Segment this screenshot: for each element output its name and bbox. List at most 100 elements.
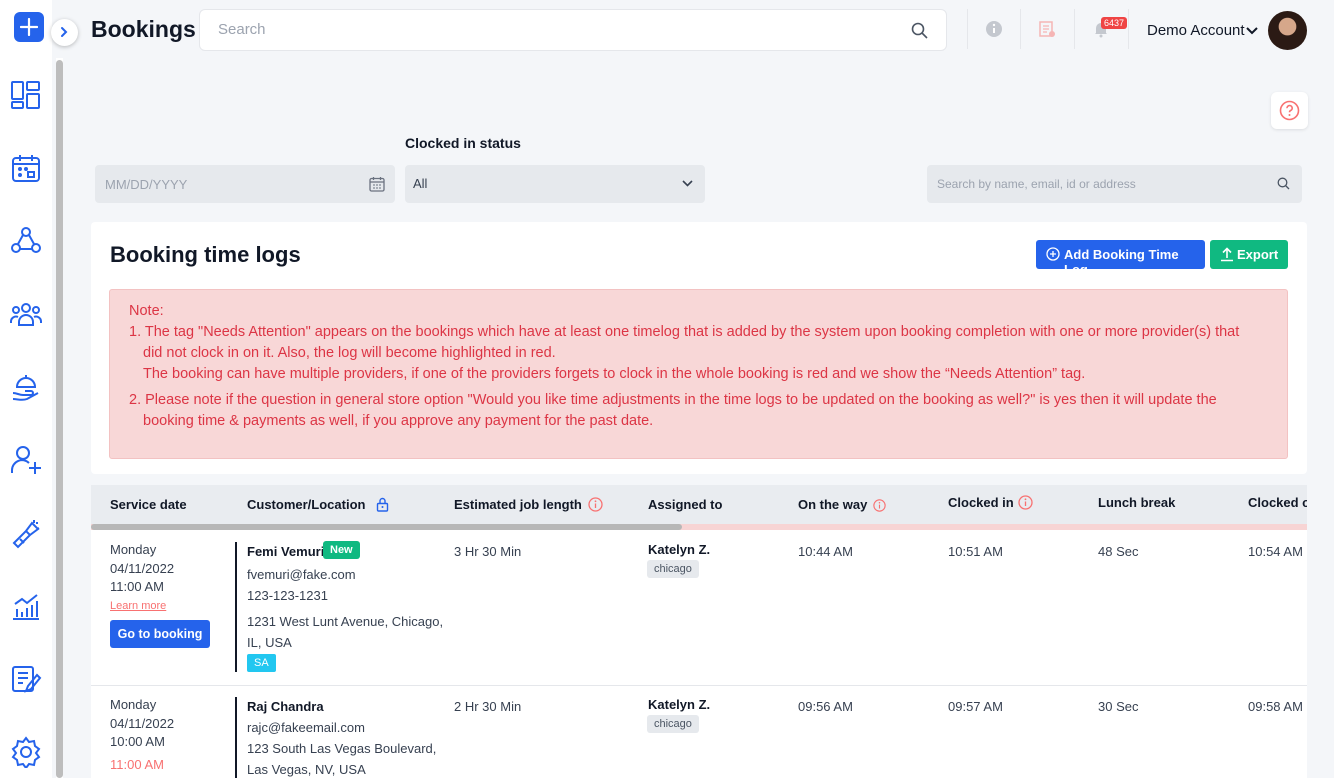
chevron-down-icon[interactable] bbox=[1246, 27, 1258, 35]
learn-more-link[interactable]: Learn more bbox=[110, 600, 166, 612]
search-icon[interactable] bbox=[911, 22, 928, 39]
customer-name[interactable]: Raj Chandra bbox=[247, 697, 324, 716]
note-line: 2. Please note if the question in genera… bbox=[129, 392, 1217, 408]
help-button[interactable] bbox=[1271, 92, 1308, 129]
new-badge: New bbox=[323, 541, 360, 559]
invoice-icon[interactable] bbox=[1038, 20, 1056, 38]
service-day: Monday bbox=[110, 697, 157, 712]
header-divider bbox=[1020, 9, 1021, 49]
clocked-out-time: 10:54 AM bbox=[1248, 544, 1303, 559]
column-header[interactable]: Lunch break bbox=[1098, 495, 1175, 510]
customer-address: 1231 West Lunt Avenue, Chicago, bbox=[247, 614, 444, 629]
customer-name[interactable]: Femi Vemuri bbox=[247, 542, 324, 561]
calendar-icon[interactable] bbox=[369, 176, 385, 192]
column-header-label: Estimated job length bbox=[454, 497, 582, 512]
clocked-in-time: 10:51 AM bbox=[948, 544, 1003, 559]
location-tag: chicago bbox=[647, 715, 699, 733]
job-length: 3 Hr 30 Min bbox=[454, 544, 522, 559]
row-indicator bbox=[235, 697, 237, 778]
on-the-way-time: 09:56 AM bbox=[798, 699, 853, 714]
avatar[interactable] bbox=[1268, 11, 1307, 50]
job-length: 2 Hr 30 Min bbox=[454, 699, 522, 714]
column-header-clocked-in[interactable]: Clocked in bbox=[948, 495, 1033, 510]
add-label: Add Booking Time Log bbox=[1064, 247, 1179, 277]
column-header[interactable]: Assigned to bbox=[648, 497, 722, 512]
customer-email: rajc@fakeemail.com bbox=[247, 720, 365, 735]
notification-badge: 6437 bbox=[1101, 17, 1128, 29]
adjusted-time: 11:00 AM bbox=[110, 757, 164, 772]
export-button[interactable]: Export bbox=[1210, 240, 1288, 269]
customer-email: fvemuri@fake.com bbox=[247, 567, 356, 582]
reports-icon[interactable] bbox=[10, 590, 42, 622]
chevron-right-icon bbox=[61, 27, 68, 37]
column-header-customer[interactable]: Customer/Location bbox=[247, 497, 389, 512]
go-to-booking-button[interactable]: Go to booking bbox=[110, 620, 210, 648]
table-header: Service date Customer/Location Estimated… bbox=[91, 485, 1307, 527]
note-title: Note: bbox=[129, 303, 164, 319]
page-title: Bookings bbox=[91, 16, 196, 42]
sidebar-scrollbar[interactable] bbox=[56, 60, 63, 778]
service-day: Monday bbox=[110, 542, 157, 557]
clocked-status-select[interactable]: All bbox=[405, 165, 705, 203]
settings-icon[interactable] bbox=[10, 736, 42, 770]
sidebar-toggle-button[interactable] bbox=[51, 19, 78, 46]
lock-icon[interactable] bbox=[376, 497, 389, 512]
customer-address: IL, USA bbox=[247, 635, 292, 650]
booking-search-placeholder: Search by name, email, id or address bbox=[937, 177, 1136, 191]
account-menu[interactable]: Demo Account bbox=[1147, 22, 1245, 39]
clocked-status-value: All bbox=[413, 176, 428, 191]
network-icon[interactable] bbox=[10, 225, 42, 257]
plus-icon bbox=[20, 18, 38, 36]
info-icon[interactable] bbox=[1018, 495, 1033, 510]
column-header[interactable]: Service date bbox=[110, 497, 187, 512]
info-icon[interactable] bbox=[873, 499, 887, 512]
column-header-length[interactable]: Estimated job length bbox=[454, 497, 603, 512]
booking-search-input[interactable]: Search by name, email, id or address bbox=[927, 165, 1302, 203]
calendar-icon[interactable] bbox=[10, 152, 42, 184]
header-divider bbox=[967, 9, 968, 49]
create-button[interactable] bbox=[14, 12, 44, 42]
lunch-break: 48 Sec bbox=[1098, 544, 1139, 559]
time-logs-card: Booking time logs Add Booking Time Log E… bbox=[91, 222, 1307, 474]
column-header-label: Clocked in bbox=[948, 495, 1014, 510]
row-indicator bbox=[235, 542, 237, 672]
column-header[interactable]: Clocked out bbox=[1248, 495, 1307, 510]
forms-icon[interactable] bbox=[10, 663, 42, 695]
service-icon[interactable] bbox=[10, 371, 42, 403]
location-tag: chicago bbox=[647, 560, 699, 578]
note-line: did not clock in on it. Also, the log wi… bbox=[143, 345, 556, 361]
service-date: 04/11/2022 bbox=[110, 716, 175, 731]
header-divider bbox=[1128, 9, 1129, 49]
dashboard-icon[interactable] bbox=[10, 79, 42, 111]
service-time: 10:00 AM bbox=[110, 734, 165, 749]
clocked-status-label: Clocked in status bbox=[405, 135, 521, 151]
assigned-provider[interactable]: Katelyn Z. bbox=[648, 540, 710, 559]
team-icon[interactable] bbox=[10, 298, 42, 330]
column-header-label: On the way bbox=[798, 497, 868, 512]
note-line: 1. The tag "Needs Attention" appears on … bbox=[129, 324, 1240, 340]
note-line: The booking can have multiple providers,… bbox=[143, 366, 1086, 382]
add-booking-time-log-button[interactable]: Add Booking Time Log bbox=[1036, 240, 1205, 277]
customer-address: 123 South Las Vegas Boulevard, bbox=[247, 741, 437, 756]
search-input[interactable] bbox=[218, 21, 898, 38]
note-line: booking time & payments as well, if you … bbox=[143, 413, 654, 429]
search-icon[interactable] bbox=[1277, 177, 1290, 190]
table-body: Monday 04/11/2022 11:00 AM Learn more Go… bbox=[91, 530, 1307, 778]
column-header-on-the-way[interactable]: On the way bbox=[798, 497, 887, 512]
upload-icon bbox=[1221, 247, 1233, 262]
plus-circle-icon bbox=[1046, 247, 1060, 261]
card-title: Booking time logs bbox=[110, 242, 301, 267]
marketing-icon[interactable] bbox=[10, 517, 42, 549]
date-filter[interactable]: MM/DD/YYYY bbox=[95, 165, 395, 203]
assigned-provider[interactable]: Katelyn Z. bbox=[648, 695, 710, 714]
info-icon[interactable] bbox=[985, 20, 1003, 38]
sa-tag: SA bbox=[247, 654, 276, 672]
service-time: 11:00 AM bbox=[110, 579, 164, 594]
help-icon bbox=[1279, 100, 1300, 121]
row-divider bbox=[91, 685, 1307, 686]
info-icon[interactable] bbox=[588, 497, 603, 512]
lunch-break: 30 Sec bbox=[1098, 699, 1139, 714]
add-user-icon[interactable] bbox=[10, 444, 42, 476]
global-search[interactable] bbox=[199, 9, 947, 51]
header-divider bbox=[1074, 9, 1075, 49]
